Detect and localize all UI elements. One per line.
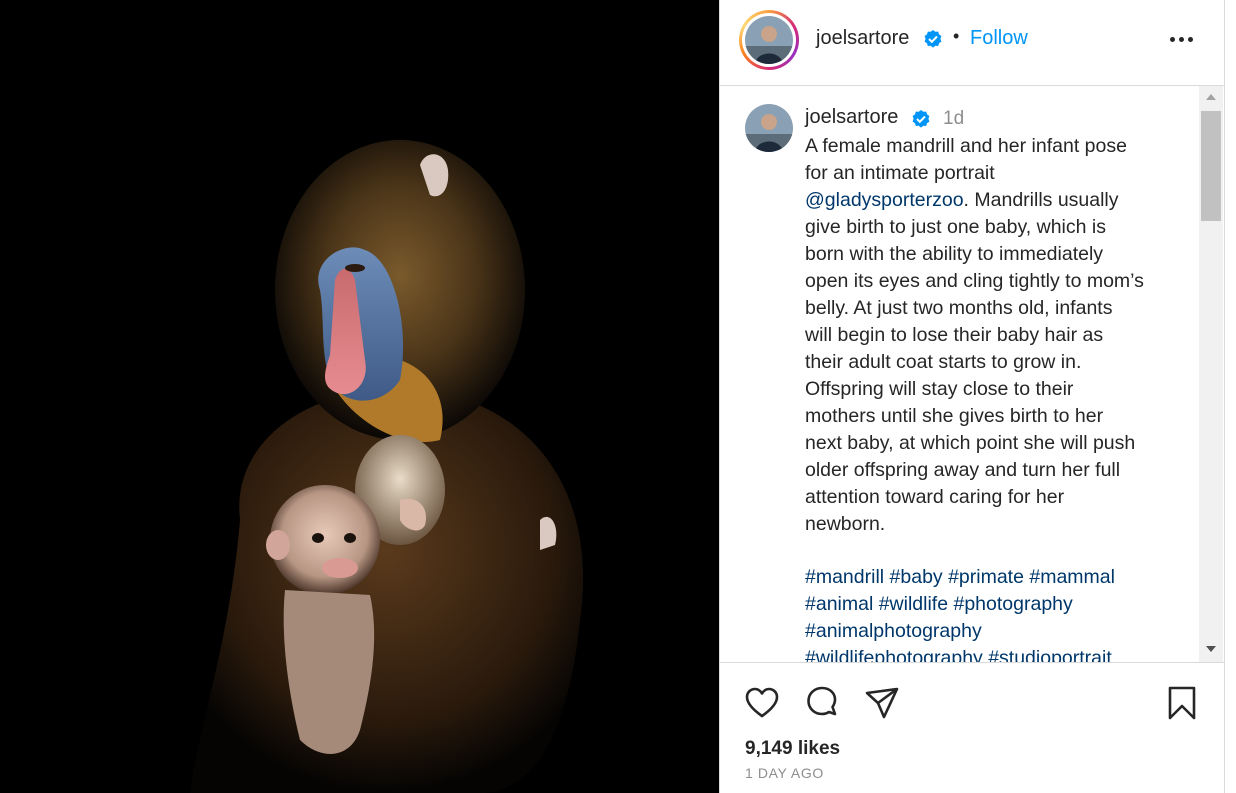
post-sidebar: joelsartore • Follow joelsartore 1d A fe…	[719, 0, 1224, 793]
caption-line: older offspring away and turn her full	[805, 459, 1121, 481]
follow-button[interactable]: Follow	[970, 27, 1028, 50]
mention-link[interactable]: @gladysporterzoo	[805, 189, 964, 211]
caption-avatar[interactable]	[745, 104, 793, 152]
story-ring[interactable]	[739, 10, 799, 70]
caption-line: mothers until she gives birth to her	[805, 405, 1104, 427]
caption-line: their adult coat starts to grow in.	[805, 351, 1082, 373]
separator-dot: •	[953, 26, 960, 46]
caption-line: give birth to just one baby, which is	[805, 216, 1106, 238]
caption-line: will begin to lose their baby hair as	[805, 324, 1104, 346]
bookmark-icon[interactable]	[1164, 685, 1200, 721]
caption-text: A female mandrill and her infant pose fo…	[805, 133, 1185, 538]
post-actions: 9,149 likes 1 DAY AGO	[720, 663, 1224, 793]
caption-line: attention toward caring for her	[805, 486, 1065, 508]
caption-line: @gladysporterzoo. Mandrills usually	[805, 187, 1185, 214]
caption-timestamp[interactable]: 1d	[943, 108, 964, 130]
post-image[interactable]	[0, 0, 719, 793]
comment-icon[interactable]	[804, 685, 840, 721]
likes-count[interactable]: 9,149 likes	[745, 738, 840, 760]
post-header: joelsartore • Follow	[720, 0, 1224, 86]
caption-line: next baby, at which point she will push	[805, 432, 1136, 454]
caption-line: Offspring will stay close to their	[805, 378, 1074, 400]
caption-scrollbar[interactable]	[1199, 86, 1223, 662]
caption-line: newborn.	[805, 513, 886, 535]
more-options-icon[interactable]	[1168, 28, 1196, 52]
caption-line: open its eyes and cling tightly to mom’s	[805, 270, 1144, 292]
page-edge	[1224, 0, 1236, 793]
verified-badge-icon	[923, 29, 943, 54]
caption-area: joelsartore 1d A female mandrill and her…	[720, 86, 1224, 663]
hashtag-line[interactable]: #wildlifephotography #studioportrait	[805, 645, 1185, 662]
hashtag-line[interactable]: #animal #wildlife #photography	[805, 591, 1185, 618]
header-username[interactable]: joelsartore	[816, 27, 909, 50]
hashtag-line[interactable]: #mandrill #baby #primate #mammal	[805, 564, 1185, 591]
scrollbar-thumb[interactable]	[1201, 111, 1221, 221]
hashtags: #mandrill #baby #primate #mammal #animal…	[805, 564, 1185, 662]
heart-icon[interactable]	[744, 685, 780, 721]
hashtag-line[interactable]: #animalphotography	[805, 618, 1185, 645]
caption-line: for an intimate portrait	[805, 162, 995, 184]
caption-line: belly. At just two months old, infants	[805, 297, 1113, 319]
mandrill-photo	[0, 0, 719, 793]
scroll-up-arrow-icon[interactable]	[1206, 94, 1216, 100]
scroll-down-arrow-icon[interactable]	[1206, 646, 1216, 652]
caption-username[interactable]: joelsartore	[805, 106, 898, 129]
verified-badge-icon	[911, 109, 931, 134]
caption-fragment: . Mandrills usually	[963, 189, 1119, 211]
share-icon[interactable]	[864, 685, 900, 721]
caption-line: A female mandrill and her infant pose	[805, 135, 1127, 157]
post-date[interactable]: 1 DAY AGO	[745, 765, 824, 781]
caption-line: born with the ability to immediately	[805, 243, 1104, 265]
avatar	[745, 16, 793, 64]
